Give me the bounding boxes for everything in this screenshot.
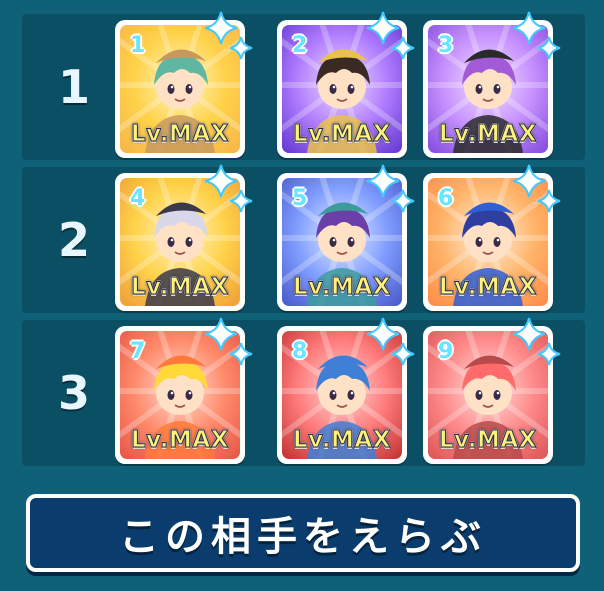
character-card[interactable]: 7 Lv.MAX [115,317,253,464]
row-label: 1 [57,60,90,114]
card-level: Lv.MAX [439,121,537,148]
row-1: 1 1 Lv.MAX 2 Lv.MAX 3 Lv.MAX [22,11,585,160]
card-number: 8 [292,339,308,364]
sparkle-icon [512,164,561,213]
card-number: 5 [292,186,308,211]
sparkle-icon [366,11,415,60]
character-card[interactable]: 4 Lv.MAX [115,164,253,311]
card-level: Lv.MAX [293,274,391,301]
card-number: 9 [438,339,454,364]
sparkle-icon [204,317,253,366]
character-card[interactable]: 3 Lv.MAX [423,11,561,158]
card-number: 7 [130,339,146,364]
card-level: Lv.MAX [131,427,229,454]
character-card[interactable]: 9 Lv.MAX [423,317,561,464]
character-card[interactable]: 2 Lv.MAX [277,11,415,158]
card-level: Lv.MAX [293,427,391,454]
opponent-grid: 1 1 Lv.MAX 2 Lv.MAX 3 Lv.MAX 2 4 Lv.MAX … [22,11,585,466]
select-opponent-button[interactable]: この相手をえらぶ [26,494,580,572]
card-level: Lv.MAX [293,121,391,148]
card-number: 2 [292,33,308,58]
row-2: 2 4 Lv.MAX 5 Lv.MAX 6 Lv.MAX [22,164,585,313]
card-number: 1 [130,33,146,58]
card-level: Lv.MAX [439,274,537,301]
sparkle-icon [204,164,253,213]
card-level: Lv.MAX [131,121,229,148]
card-number: 3 [438,33,454,58]
character-card[interactable]: 6 Lv.MAX [423,164,561,311]
card-level: Lv.MAX [131,274,229,301]
card-number: 6 [438,186,454,211]
card-number: 4 [130,186,146,211]
row-label: 2 [57,213,90,267]
select-button-label: この相手をえらぶ [119,514,487,560]
sparkle-icon [366,317,415,366]
character-card[interactable]: 1 Lv.MAX [115,11,253,158]
character-card[interactable]: 5 Lv.MAX [277,164,415,311]
sparkle-icon [366,164,415,213]
sparkle-icon [512,317,561,366]
row-3: 3 7 Lv.MAX 8 Lv.MAX 9 Lv.MAX [22,317,585,466]
character-card[interactable]: 8 Lv.MAX [277,317,415,464]
card-level: Lv.MAX [439,427,537,454]
row-label: 3 [57,366,90,420]
sparkle-icon [512,11,561,60]
sparkle-icon [204,11,253,60]
